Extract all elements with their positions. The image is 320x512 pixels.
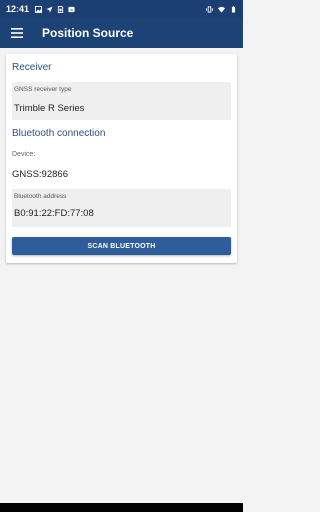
bluetooth-address-value: B0:91:22:FD:77:08 xyxy=(14,208,94,219)
bluetooth-section-title: Bluetooth connection xyxy=(12,128,106,139)
app-bar: Position Source xyxy=(0,18,243,48)
cloud-icon xyxy=(68,6,75,12)
status-bar: 12:41 xyxy=(0,0,243,18)
navigation-bar xyxy=(0,503,243,512)
scan-bluetooth-button[interactable]: SCAN BLUETOOTH xyxy=(12,237,231,255)
gnss-receiver-type-value: Trimble R Series xyxy=(14,103,85,114)
battery-icon xyxy=(231,5,236,13)
hamburger-menu-icon[interactable] xyxy=(2,18,32,48)
sim-card-icon xyxy=(57,5,64,13)
gnss-receiver-type-field[interactable]: GNSS receiver type Trimble R Series xyxy=(12,82,231,120)
bluetooth-address-label: Bluetooth address xyxy=(14,193,67,200)
position-source-card: Receiver GNSS receiver type Trimble R Se… xyxy=(6,54,237,263)
wifi-icon xyxy=(218,6,225,13)
navigation-arrow-icon xyxy=(46,5,53,13)
bluetooth-address-field[interactable]: Bluetooth address B0:91:22:FD:77:08 xyxy=(12,189,231,227)
device-label: Device: xyxy=(12,151,36,158)
gnss-receiver-type-label: GNSS receiver type xyxy=(14,86,72,93)
device-value: GNSS:92866 xyxy=(12,169,68,180)
receiver-section-title: Receiver xyxy=(12,62,52,73)
gallery-icon xyxy=(35,5,43,13)
vibrate-icon xyxy=(206,5,213,13)
status-time: 12:41 xyxy=(6,4,30,14)
page-title: Position Source xyxy=(42,26,134,40)
